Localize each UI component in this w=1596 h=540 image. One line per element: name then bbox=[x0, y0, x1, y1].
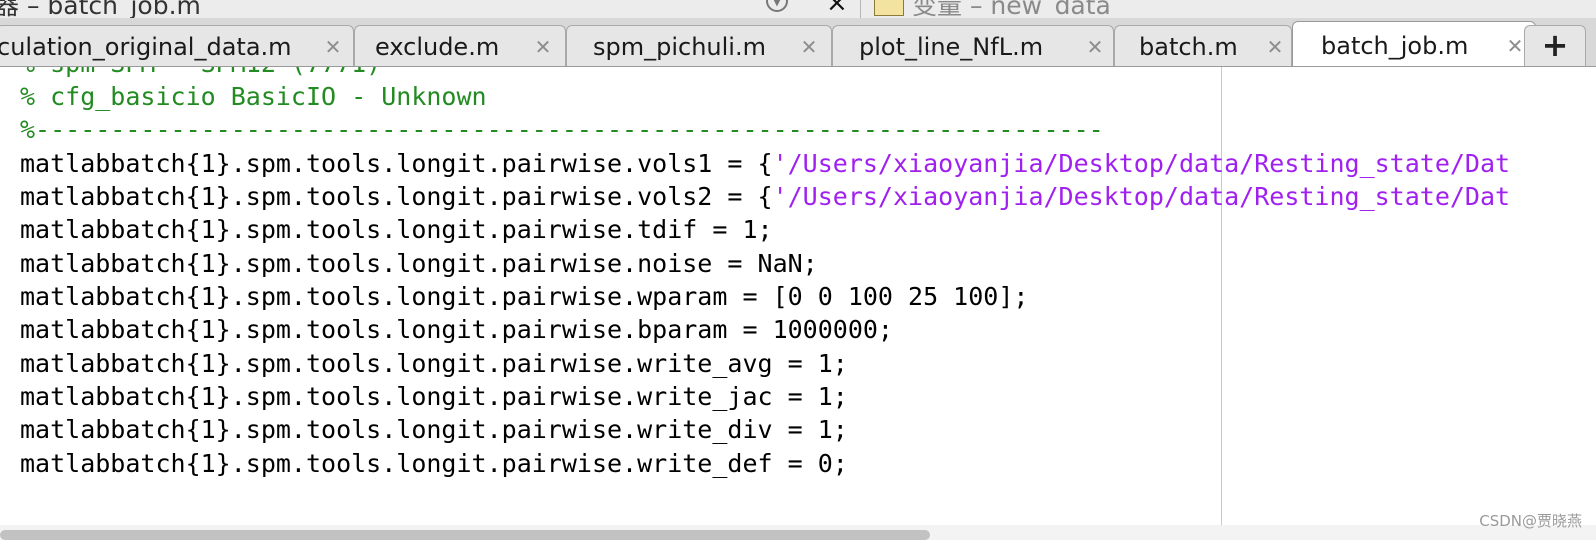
tab-label: spm_pichuli.m bbox=[593, 33, 766, 61]
tab-plot-line-nfl[interactable]: plot_line_NfL.m ✕ bbox=[832, 25, 1114, 67]
code-text: matlabbatch{1}.spm.tools.longit.pairwise… bbox=[20, 449, 848, 478]
code-line: matlabbatch{1}.spm.tools.longit.pairwise… bbox=[20, 182, 1510, 212]
code-line-comment: % cfg_basicio BasicIO - Unknown bbox=[20, 82, 487, 111]
tab-exclude[interactable]: exclude.m ✕ bbox=[354, 25, 566, 67]
code-text: matlabbatch{1}.spm.tools.longit.pairwise… bbox=[20, 415, 848, 444]
code-line: matlabbatch{1}.spm.tools.longit.pairwise… bbox=[20, 349, 848, 379]
code-editor[interactable]: % spm SPM - SPM12 (7771) % cfg_basicio B… bbox=[0, 67, 1596, 525]
code-line: matlabbatch{1}.spm.tools.longit.pairwise… bbox=[20, 249, 818, 279]
tab-label: batch_job.m bbox=[1321, 32, 1469, 60]
variable-window-title: 变量 – new_data bbox=[912, 0, 1111, 18]
tab-label: exclude.m bbox=[375, 33, 500, 61]
variable-editor-icon bbox=[874, 0, 904, 16]
code-line-partial-comment: % spm SPM - SPM12 (7771) bbox=[20, 67, 381, 79]
file-tab-bar: culation_original_data.m ✕ exclude.m ✕ s… bbox=[0, 18, 1596, 67]
code-line: matlabbatch{1}.spm.tools.longit.pairwise… bbox=[20, 382, 848, 412]
editor-window-title: 器 – batch_job.m bbox=[0, 0, 201, 18]
close-tab-icon[interactable]: ✕ bbox=[533, 37, 553, 57]
string-literal: '/Users/xiaoyanjia/Desktop/data/Resting_… bbox=[772, 149, 1511, 178]
code-text: matlabbatch{1}.spm.tools.longit.pairwise… bbox=[20, 182, 773, 211]
code-text: matlabbatch{1}.spm.tools.longit.pairwise… bbox=[20, 149, 773, 178]
tab-calculation-original-data[interactable]: culation_original_data.m ✕ bbox=[0, 25, 354, 67]
close-tab-icon[interactable]: ✕ bbox=[1505, 36, 1525, 56]
code-line: matlabbatch{1}.spm.tools.longit.pairwise… bbox=[20, 215, 773, 245]
code-text: matlabbatch{1}.spm.tools.longit.pairwise… bbox=[20, 315, 893, 344]
right-margin-line bbox=[1221, 67, 1222, 525]
title-divider bbox=[860, 0, 861, 18]
circle-down-icon[interactable]: ▼ bbox=[766, 0, 788, 12]
string-literal: '/Users/xiaoyanjia/Desktop/data/Resting_… bbox=[772, 182, 1511, 211]
code-line-separator: %---------------------------------------… bbox=[20, 115, 1104, 144]
code-line: matlabbatch{1}.spm.tools.longit.pairwise… bbox=[20, 415, 848, 445]
code-line: matlabbatch{1}.spm.tools.longit.pairwise… bbox=[20, 149, 1510, 179]
window-title-strip: 器 – batch_job.m ▼ × 变量 – new_data bbox=[0, 0, 1596, 18]
close-icon[interactable]: × bbox=[826, 0, 848, 18]
code-text: matlabbatch{1}.spm.tools.longit.pairwise… bbox=[20, 282, 1029, 311]
code-text: matlabbatch{1}.spm.tools.longit.pairwise… bbox=[20, 249, 818, 278]
horizontal-scrollbar-thumb[interactable] bbox=[0, 530, 930, 540]
watermark: CSDN@贾晓燕 bbox=[1479, 512, 1582, 530]
tab-label: plot_line_NfL.m bbox=[859, 33, 1044, 61]
close-tab-icon[interactable]: ✕ bbox=[799, 37, 819, 57]
close-tab-icon[interactable]: ✕ bbox=[1265, 37, 1285, 57]
tab-batch-job[interactable]: batch_job.m ✕ bbox=[1292, 21, 1536, 67]
tab-spm-pichuli[interactable]: spm_pichuli.m ✕ bbox=[566, 25, 832, 67]
code-text: matlabbatch{1}.spm.tools.longit.pairwise… bbox=[20, 382, 848, 411]
tab-batch[interactable]: batch.m ✕ bbox=[1114, 25, 1292, 67]
tab-label: batch.m bbox=[1139, 33, 1238, 61]
code-text: matlabbatch{1}.spm.tools.longit.pairwise… bbox=[20, 349, 848, 378]
tab-label: culation_original_data.m bbox=[0, 33, 292, 61]
close-tab-icon[interactable]: ✕ bbox=[323, 37, 343, 57]
new-tab-button[interactable]: + bbox=[1524, 25, 1586, 67]
close-tab-icon[interactable]: ✕ bbox=[1085, 37, 1105, 57]
code-line: matlabbatch{1}.spm.tools.longit.pairwise… bbox=[20, 449, 848, 479]
code-text: matlabbatch{1}.spm.tools.longit.pairwise… bbox=[20, 215, 773, 244]
code-line: matlabbatch{1}.spm.tools.longit.pairwise… bbox=[20, 315, 893, 345]
code-line: matlabbatch{1}.spm.tools.longit.pairwise… bbox=[20, 282, 1028, 312]
